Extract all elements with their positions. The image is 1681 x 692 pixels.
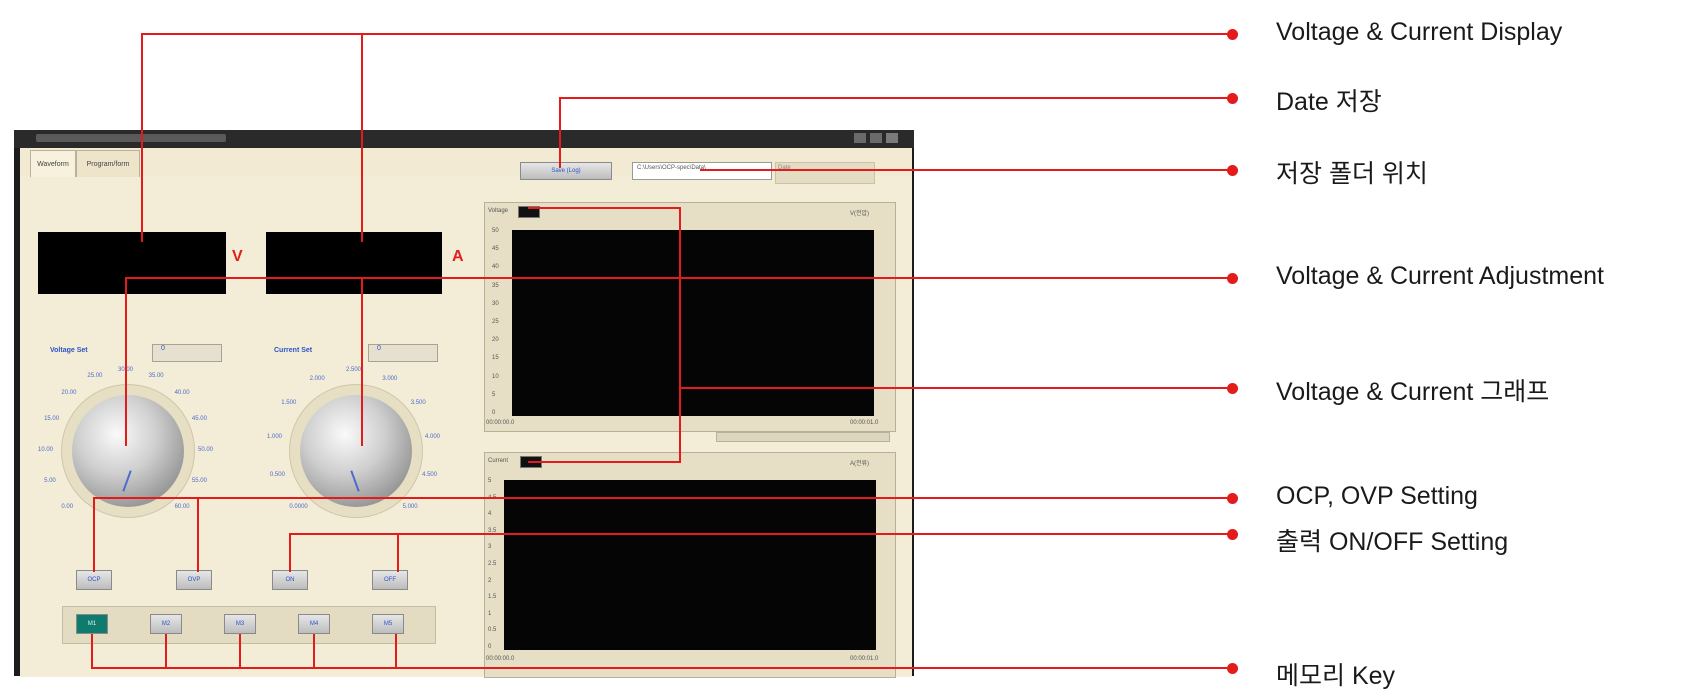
callout-dot	[1227, 529, 1238, 540]
callout-line-date	[559, 97, 1232, 168]
callout-label-memory: 메모리 Key	[1276, 662, 1396, 690]
callout-dot	[1227, 663, 1238, 674]
callout-label-folder: 저장 폴더 위치	[1276, 160, 1428, 188]
callout-label-display: Voltage & Current Display	[1276, 18, 1563, 46]
callout-dot	[1227, 383, 1238, 394]
callout-lines	[91, 33, 1232, 669]
callout-line-ocp-ovp	[93, 497, 199, 572]
callout-dot	[1227, 29, 1238, 40]
callout-label-graph: Voltage & Current 그래프	[1276, 378, 1550, 406]
callout-dot	[1227, 165, 1238, 176]
callout-label-adjustment: Voltage & Current Adjustment	[1276, 262, 1604, 290]
callout-label-on-off: 출력 ON/OFF Setting	[1276, 528, 1509, 556]
callout-line-memory	[91, 634, 1232, 669]
callout-label-ocp-ovp: OCP, OVP Setting	[1276, 482, 1478, 510]
callout-label-date: Date 저장	[1276, 88, 1382, 116]
callout-dot	[1227, 273, 1238, 284]
callout-dot	[1227, 493, 1238, 504]
callout-line-graph-bracket	[528, 207, 681, 463]
callout-line-display-v	[141, 33, 1232, 242]
callout-line-on-off	[289, 533, 399, 572]
callout-dot	[1227, 93, 1238, 104]
